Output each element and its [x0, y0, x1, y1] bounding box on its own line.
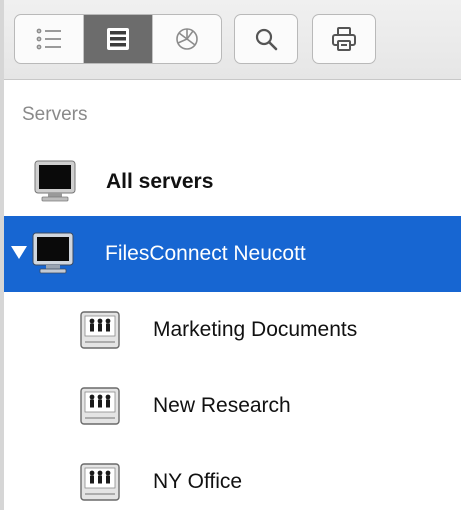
- disclosure-triangle-icon[interactable]: [11, 246, 27, 259]
- network-view-icon: [176, 28, 198, 50]
- sidebar-item-marketing-documents[interactable]: Marketing Documents: [0, 292, 461, 368]
- sidebar-item-ny-office[interactable]: NY Office: [0, 444, 461, 520]
- server-sidebar: Servers All servers FilesConnect Neucott: [0, 80, 461, 510]
- sidebar-item-filesconnect-neucott[interactable]: FilesConnect Neucott: [0, 216, 461, 292]
- sidebar-item-label: New Research: [153, 394, 291, 417]
- monitor-icon: [34, 160, 76, 202]
- shared-volume-icon: [80, 387, 120, 425]
- sidebar-item-label: Marketing Documents: [153, 318, 358, 341]
- monitor-icon: [32, 232, 74, 274]
- print-button[interactable]: [312, 14, 376, 64]
- sidebar-item-new-research[interactable]: New Research: [0, 368, 461, 444]
- server-view-button[interactable]: [84, 15, 153, 63]
- print-icon: [332, 27, 356, 51]
- list-view-icon: [36, 28, 61, 50]
- network-view-button[interactable]: [153, 15, 221, 63]
- section-header-servers: Servers: [22, 104, 88, 125]
- search-icon: [255, 28, 278, 51]
- sidebar-item-all-servers[interactable]: All servers: [0, 144, 461, 220]
- sidebar-item-label: NY Office: [153, 470, 243, 493]
- toolbar: [0, 0, 461, 80]
- shared-volume-icon: [80, 311, 120, 349]
- sidebar-item-label: All servers: [106, 170, 214, 193]
- search-button[interactable]: [234, 14, 298, 64]
- shared-volume-icon: [80, 463, 120, 501]
- window-edge: [0, 0, 4, 510]
- server-view-icon: [107, 28, 129, 50]
- sidebar-item-label: FilesConnect Neucott: [105, 242, 306, 265]
- list-view-button[interactable]: [15, 15, 84, 63]
- view-mode-segmented-control: [14, 14, 222, 64]
